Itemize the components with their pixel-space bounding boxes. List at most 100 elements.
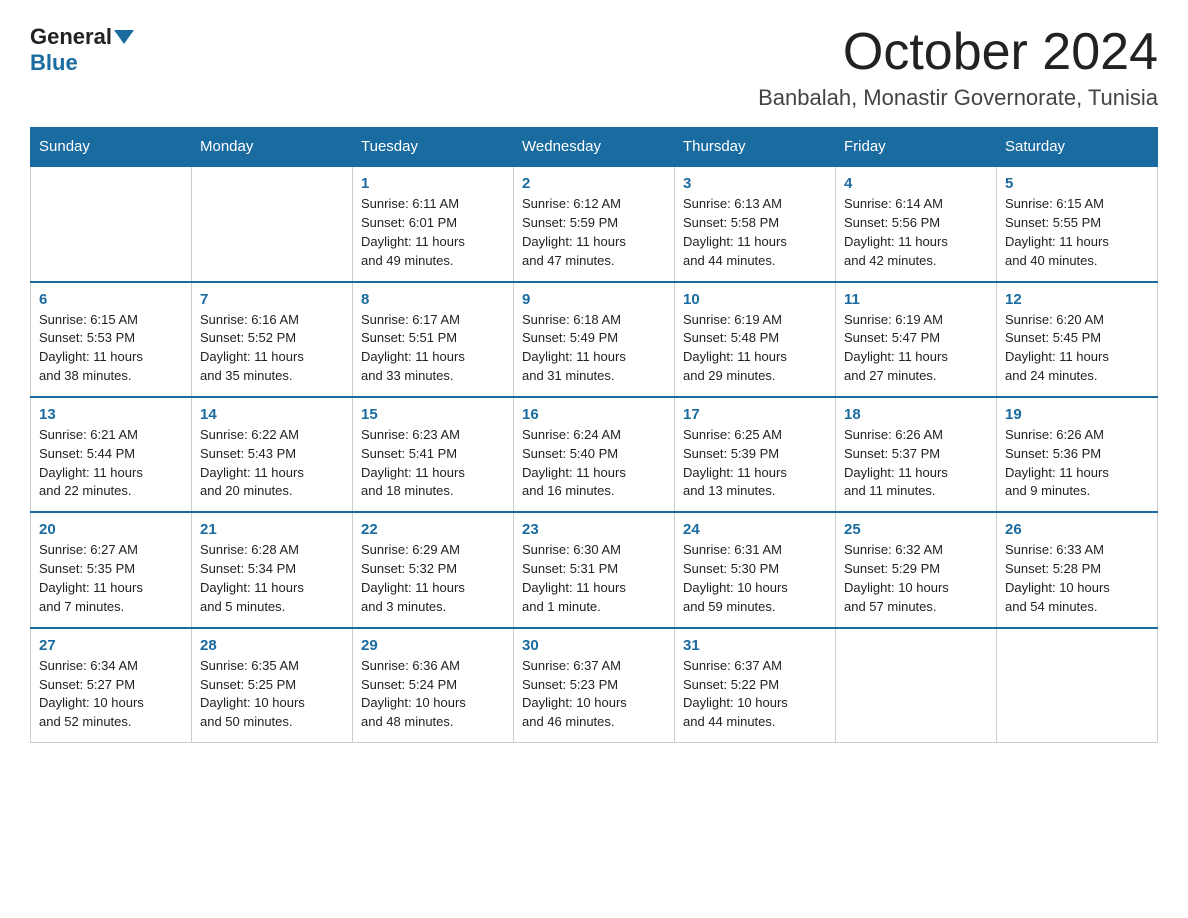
day-number: 3 xyxy=(683,175,827,192)
day-number: 23 xyxy=(522,521,666,538)
day-info: Sunrise: 6:33 AM Sunset: 5:28 PM Dayligh… xyxy=(1005,541,1149,616)
calendar-cell: 16Sunrise: 6:24 AM Sunset: 5:40 PM Dayli… xyxy=(514,397,675,512)
calendar-cell xyxy=(836,628,997,743)
day-info: Sunrise: 6:15 AM Sunset: 5:55 PM Dayligh… xyxy=(1005,195,1149,270)
day-info: Sunrise: 6:11 AM Sunset: 6:01 PM Dayligh… xyxy=(361,195,505,270)
calendar-cell: 8Sunrise: 6:17 AM Sunset: 5:51 PM Daylig… xyxy=(353,282,514,397)
calendar-cell: 5 Sunrise: 6:15 AM Sunset: 5:55 PM Daylig… xyxy=(997,166,1158,281)
calendar-cell: 30Sunrise: 6:37 AM Sunset: 5:23 PM Dayli… xyxy=(514,628,675,743)
day-number: 6 xyxy=(39,291,183,308)
page-header: General Blue October 2024 Banbalah, Mona… xyxy=(30,24,1158,111)
col-thursday: Thursday xyxy=(675,128,836,167)
calendar-cell: 15 Sunrise: 6:23 AM Sunset: 5:41 PM Dayli… xyxy=(353,397,514,512)
day-number: 22 xyxy=(361,521,505,538)
day-info: Sunrise: 6:34 AM Sunset: 5:27 PM Dayligh… xyxy=(39,657,183,732)
day-info: Sunrise: 6:26 AM Sunset: 5:37 PM Dayligh… xyxy=(844,426,988,501)
day-info: Sunrise: 6:31 AM Sunset: 5:30 PM Dayligh… xyxy=(683,541,827,616)
logo: General Blue xyxy=(30,24,136,76)
calendar-cell: 25 Sunrise: 6:32 AM Sunset: 5:29 PM Dayli… xyxy=(836,512,997,627)
day-info: Sunrise: 6:36 AM Sunset: 5:24 PM Dayligh… xyxy=(361,657,505,732)
day-info: Sunrise: 6:18 AM Sunset: 5:49 PM Dayligh… xyxy=(522,311,666,386)
calendar-cell: 12Sunrise: 6:20 AM Sunset: 5:45 PM Dayli… xyxy=(997,282,1158,397)
calendar-cell: 3 Sunrise: 6:13 AM Sunset: 5:58 PM Daylig… xyxy=(675,166,836,281)
day-info: Sunrise: 6:23 AM Sunset: 5:41 PM Dayligh… xyxy=(361,426,505,501)
calendar-cell: 29Sunrise: 6:36 AM Sunset: 5:24 PM Dayli… xyxy=(353,628,514,743)
week-row-2: 6 Sunrise: 6:15 AM Sunset: 5:53 PM Daylig… xyxy=(31,282,1158,397)
day-info: Sunrise: 6:17 AM Sunset: 5:51 PM Dayligh… xyxy=(361,311,505,386)
day-info: Sunrise: 6:14 AM Sunset: 5:56 PM Dayligh… xyxy=(844,195,988,270)
day-number: 1 xyxy=(361,175,505,192)
col-sunday: Sunday xyxy=(31,128,192,167)
day-info: Sunrise: 6:26 AM Sunset: 5:36 PM Dayligh… xyxy=(1005,426,1149,501)
day-number: 12 xyxy=(1005,291,1149,308)
calendar-cell: 2 Sunrise: 6:12 AM Sunset: 5:59 PM Daylig… xyxy=(514,166,675,281)
day-number: 2 xyxy=(522,175,666,192)
day-info: Sunrise: 6:15 AM Sunset: 5:53 PM Dayligh… xyxy=(39,311,183,386)
day-info: Sunrise: 6:25 AM Sunset: 5:39 PM Dayligh… xyxy=(683,426,827,501)
calendar-cell: 22 Sunrise: 6:29 AM Sunset: 5:32 PM Dayli… xyxy=(353,512,514,627)
calendar-cell xyxy=(997,628,1158,743)
calendar-cell: 23 Sunrise: 6:30 AM Sunset: 5:31 PM Dayli… xyxy=(514,512,675,627)
day-info: Sunrise: 6:27 AM Sunset: 5:35 PM Dayligh… xyxy=(39,541,183,616)
month-title: October 2024 xyxy=(758,24,1158,81)
calendar-table: Sunday Monday Tuesday Wednesday Thursday… xyxy=(30,127,1158,743)
day-number: 14 xyxy=(200,406,344,423)
day-number: 10 xyxy=(683,291,827,308)
calendar-cell: 6 Sunrise: 6:15 AM Sunset: 5:53 PM Daylig… xyxy=(31,282,192,397)
day-info: Sunrise: 6:12 AM Sunset: 5:59 PM Dayligh… xyxy=(522,195,666,270)
week-row-3: 13 Sunrise: 6:21 AM Sunset: 5:44 PM Dayli… xyxy=(31,397,1158,512)
calendar-cell: 20 Sunrise: 6:27 AM Sunset: 5:35 PM Dayli… xyxy=(31,512,192,627)
calendar-cell: 11 Sunrise: 6:19 AM Sunset: 5:47 PM Dayli… xyxy=(836,282,997,397)
day-info: Sunrise: 6:29 AM Sunset: 5:32 PM Dayligh… xyxy=(361,541,505,616)
day-info: Sunrise: 6:13 AM Sunset: 5:58 PM Dayligh… xyxy=(683,195,827,270)
calendar-cell xyxy=(192,166,353,281)
day-info: Sunrise: 6:16 AM Sunset: 5:52 PM Dayligh… xyxy=(200,311,344,386)
day-number: 31 xyxy=(683,637,827,654)
day-number: 15 xyxy=(361,406,505,423)
day-number: 5 xyxy=(1005,175,1149,192)
day-info: Sunrise: 6:28 AM Sunset: 5:34 PM Dayligh… xyxy=(200,541,344,616)
calendar-cell: 14 Sunrise: 6:22 AM Sunset: 5:43 PM Dayli… xyxy=(192,397,353,512)
calendar-cell: 19 Sunrise: 6:26 AM Sunset: 5:36 PM Dayli… xyxy=(997,397,1158,512)
calendar-cell: 13 Sunrise: 6:21 AM Sunset: 5:44 PM Dayli… xyxy=(31,397,192,512)
calendar-cell: 26Sunrise: 6:33 AM Sunset: 5:28 PM Dayli… xyxy=(997,512,1158,627)
col-friday: Friday xyxy=(836,128,997,167)
week-row-4: 20 Sunrise: 6:27 AM Sunset: 5:35 PM Dayli… xyxy=(31,512,1158,627)
day-number: 13 xyxy=(39,406,183,423)
logo-triangle-icon xyxy=(114,30,134,44)
day-info: Sunrise: 6:35 AM Sunset: 5:25 PM Dayligh… xyxy=(200,657,344,732)
week-row-1: 1 Sunrise: 6:11 AM Sunset: 6:01 PM Daylig… xyxy=(31,166,1158,281)
day-number: 11 xyxy=(844,291,988,308)
calendar-cell: 7Sunrise: 6:16 AM Sunset: 5:52 PM Daylig… xyxy=(192,282,353,397)
calendar-cell: 27 Sunrise: 6:34 AM Sunset: 5:27 PM Dayli… xyxy=(31,628,192,743)
day-number: 30 xyxy=(522,637,666,654)
day-number: 9 xyxy=(522,291,666,308)
day-info: Sunrise: 6:19 AM Sunset: 5:47 PM Dayligh… xyxy=(844,311,988,386)
week-row-5: 27 Sunrise: 6:34 AM Sunset: 5:27 PM Dayli… xyxy=(31,628,1158,743)
col-monday: Monday xyxy=(192,128,353,167)
day-number: 21 xyxy=(200,521,344,538)
calendar-cell xyxy=(31,166,192,281)
calendar-cell: 10Sunrise: 6:19 AM Sunset: 5:48 PM Dayli… xyxy=(675,282,836,397)
col-wednesday: Wednesday xyxy=(514,128,675,167)
day-number: 27 xyxy=(39,637,183,654)
calendar-cell: 1 Sunrise: 6:11 AM Sunset: 6:01 PM Daylig… xyxy=(353,166,514,281)
day-info: Sunrise: 6:30 AM Sunset: 5:31 PM Dayligh… xyxy=(522,541,666,616)
day-info: Sunrise: 6:22 AM Sunset: 5:43 PM Dayligh… xyxy=(200,426,344,501)
day-info: Sunrise: 6:37 AM Sunset: 5:22 PM Dayligh… xyxy=(683,657,827,732)
location-subtitle: Banbalah, Monastir Governorate, Tunisia xyxy=(758,85,1158,111)
calendar-cell: 18Sunrise: 6:26 AM Sunset: 5:37 PM Dayli… xyxy=(836,397,997,512)
col-tuesday: Tuesday xyxy=(353,128,514,167)
calendar-cell: 17Sunrise: 6:25 AM Sunset: 5:39 PM Dayli… xyxy=(675,397,836,512)
day-number: 16 xyxy=(522,406,666,423)
col-saturday: Saturday xyxy=(997,128,1158,167)
day-number: 19 xyxy=(1005,406,1149,423)
calendar-cell: 28Sunrise: 6:35 AM Sunset: 5:25 PM Dayli… xyxy=(192,628,353,743)
day-info: Sunrise: 6:32 AM Sunset: 5:29 PM Dayligh… xyxy=(844,541,988,616)
day-number: 20 xyxy=(39,521,183,538)
calendar-cell: 31 Sunrise: 6:37 AM Sunset: 5:22 PM Dayli… xyxy=(675,628,836,743)
day-info: Sunrise: 6:21 AM Sunset: 5:44 PM Dayligh… xyxy=(39,426,183,501)
day-number: 4 xyxy=(844,175,988,192)
day-number: 25 xyxy=(844,521,988,538)
calendar-header-row: Sunday Monday Tuesday Wednesday Thursday… xyxy=(31,128,1158,167)
